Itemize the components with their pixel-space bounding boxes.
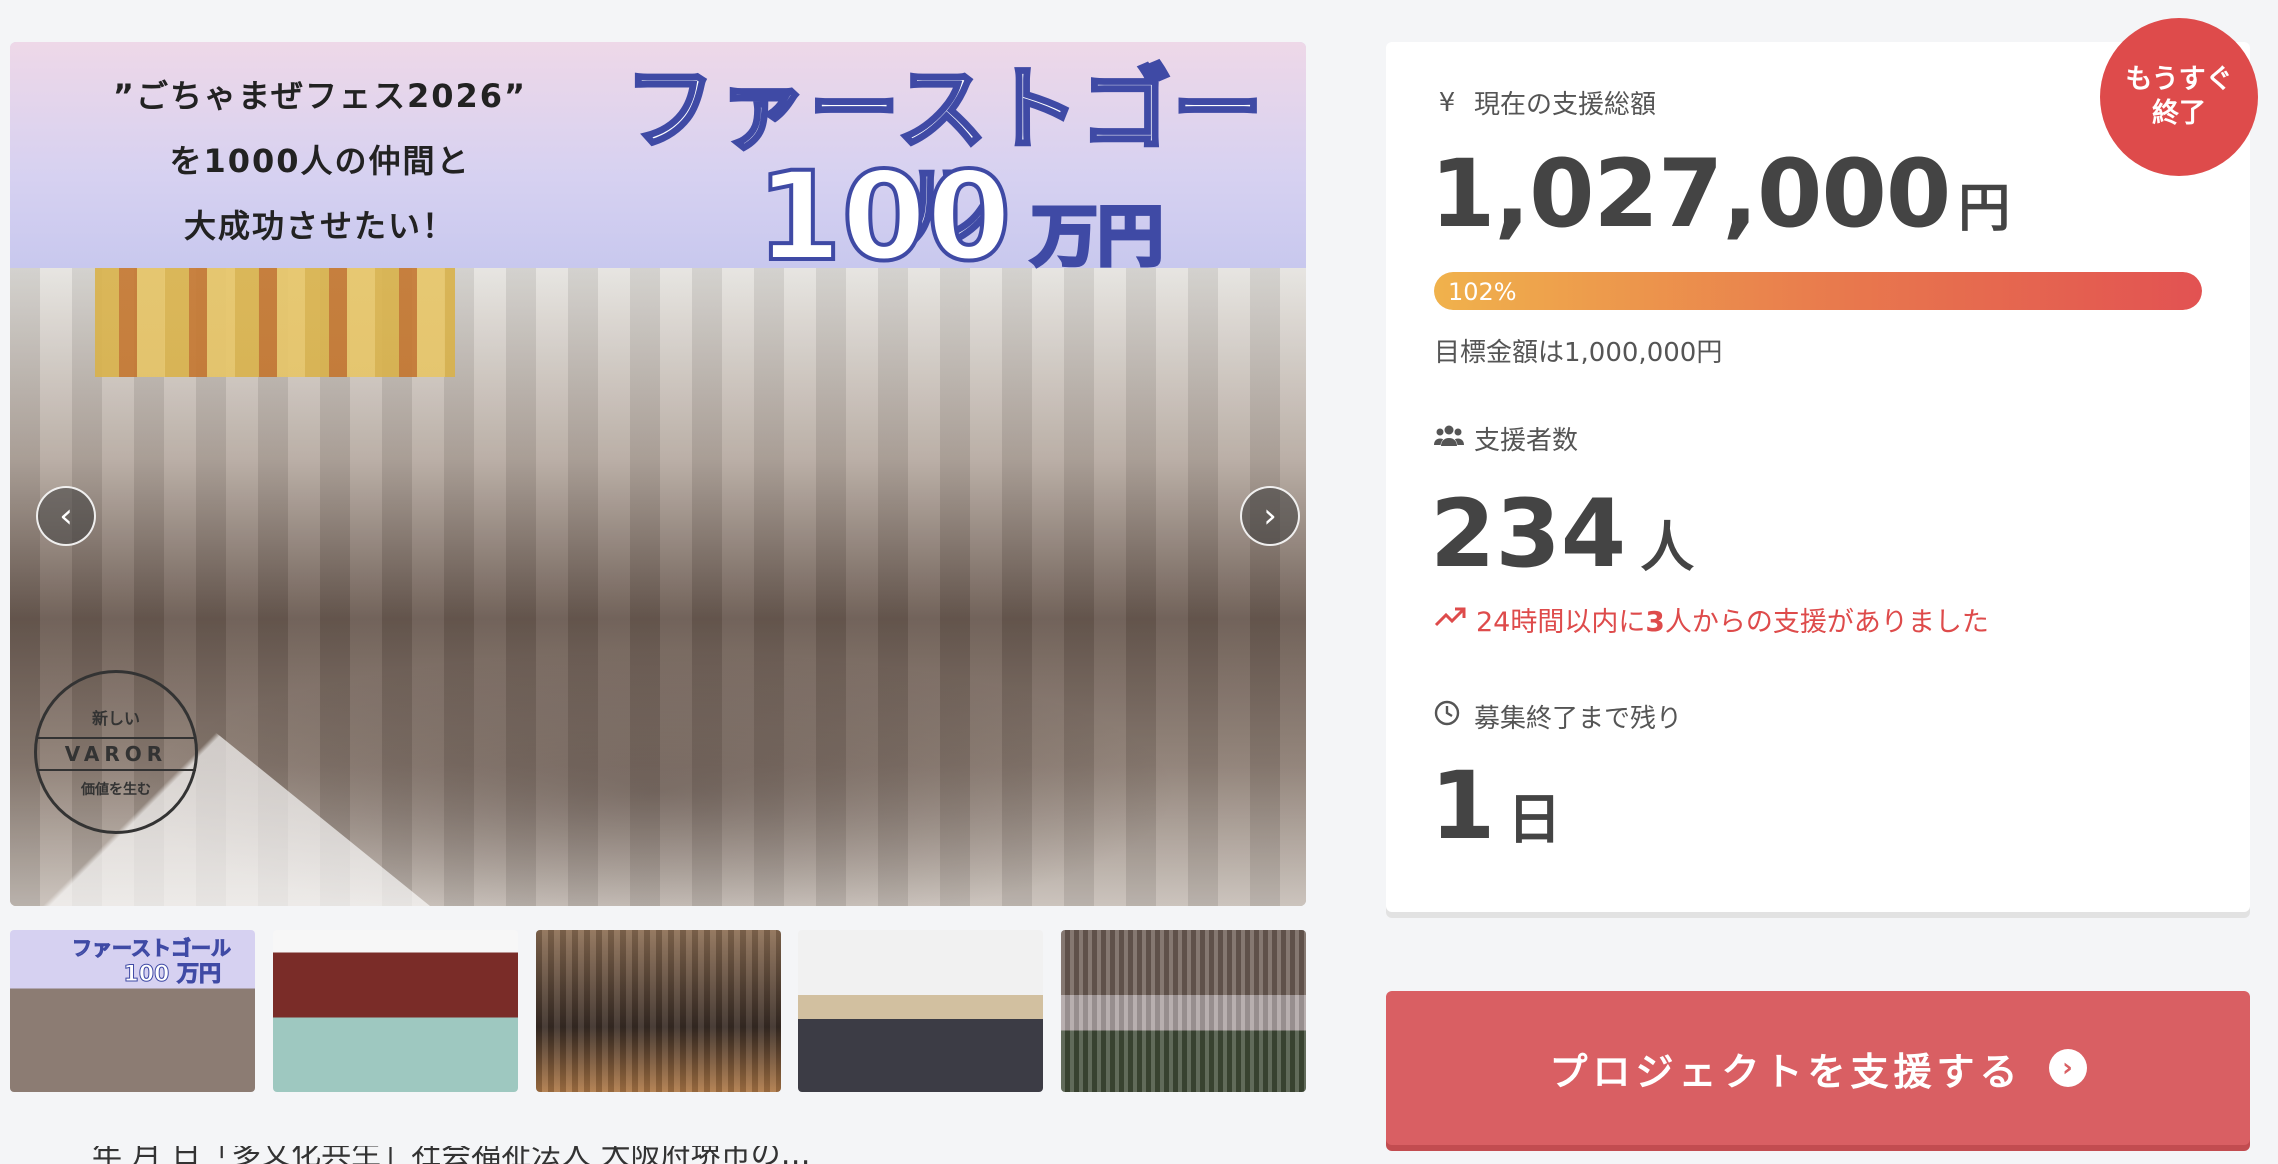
supporters-count-unit: 人 (1640, 516, 1695, 579)
total-amount-label-text: 現在の支援総額 (1474, 90, 1657, 120)
supporters-count: 234 人 (1430, 480, 1694, 589)
remaining-days-value: 1 (1430, 752, 1496, 861)
logo-text-main: VAROR (36, 737, 196, 771)
arrow-right-circle-icon: › (2048, 1049, 2087, 1087)
chevron-left-icon: ‹ (59, 496, 73, 536)
ending-soon-badge-line1: もうすぐ (2125, 64, 2233, 95)
hero-goal-unit: 万円 (1029, 196, 1165, 277)
funding-stats-card: ¥ 現在の支援総額 1,027,000 円 102% 目標金額は1,000,000… (1386, 42, 2250, 912)
recent-support-count: 3 (1645, 605, 1665, 638)
clock-icon (1434, 700, 1460, 733)
funding-progress-bar: 102% (1434, 272, 2202, 310)
carousel-next-button[interactable]: › (1240, 486, 1300, 546)
varor-logo: 新しい VAROR 価値を生む (34, 670, 198, 834)
remaining-days: 1日 (1430, 752, 1561, 861)
thumbnail-3[interactable] (536, 930, 781, 1092)
remaining-time-label-text: 募集終了まで残り (1474, 704, 1683, 734)
remaining-days-unit: 日 (1507, 788, 1562, 851)
supporters-label: 支援者数 (1434, 420, 1578, 457)
funding-progress-fill: 102% (1434, 272, 2202, 310)
ending-soon-badge: もうすぐ 終了 (2100, 18, 2258, 176)
supporters-count-value: 234 (1430, 480, 1627, 589)
main-image-carousel[interactable]: ”ごちゃまぜフェス2026” を1000人の仲間と 大成功させたい！ ファースト… (10, 42, 1306, 906)
logo-text-bottom: 価値を生む (81, 782, 151, 798)
supporters-label-text: 支援者数 (1474, 426, 1579, 456)
ending-soon-badge-line2: 終了 (2152, 98, 2206, 129)
hero-tagline: ”ごちゃまぜフェス2026” を1000人の仲間と 大成功させたい！ (60, 64, 580, 259)
total-amount-label: ¥ 現在の支援総額 (1434, 84, 1656, 121)
thumbnail-2[interactable] (273, 930, 518, 1092)
support-project-button-label: プロジェクトを支援する (1549, 1049, 2023, 1094)
users-icon (1434, 424, 1464, 454)
thumbnail-goal-amount: 100 万円 (123, 962, 222, 988)
stage-decoration (95, 267, 455, 377)
support-project-button[interactable]: プロジェクトを支援する › (1386, 991, 2250, 1145)
hero-banner: ”ごちゃまぜフェス2026” を1000人の仲間と 大成功させたい！ ファースト… (10, 42, 1306, 284)
hero-goal-number: 100 (755, 146, 1014, 288)
trending-up-icon (1434, 604, 1466, 635)
remaining-time-label: 募集終了まで残り (1434, 698, 1682, 735)
total-amount-value: 1,027,000 (1430, 140, 1951, 249)
carousel-prev-button[interactable]: ‹ (36, 486, 96, 546)
hero-tagline-line: を1000人の仲間と (169, 142, 471, 180)
logo-text-top: 新しい (91, 709, 140, 728)
hero-tagline-line: ”ごちゃまぜフェス2026” (112, 77, 528, 115)
thumbnail-1[interactable]: ファーストゴール 100 万円 (10, 930, 255, 1092)
goal-amount-text: 目標金額は1,000,000円 (1434, 338, 1723, 368)
total-amount: 1,027,000 円 (1430, 140, 2010, 249)
recent-support-suffix: 人からの支援がありました (1664, 607, 1989, 638)
project-description-snippet: 年 月 日「多文化共生」社会福祉法人 大阪府堺市の… (32, 1146, 811, 1164)
recent-support-prefix: 24時間以内に (1476, 607, 1646, 638)
hero-tagline-line: 大成功させたい！ (183, 207, 456, 245)
total-amount-unit: 円 (1958, 179, 2011, 239)
thumbnail-5[interactable] (1061, 930, 1306, 1092)
recent-support-notice: 24時間以内に3人からの支援がありました (1434, 600, 1989, 639)
yen-icon: ¥ (1438, 87, 1456, 118)
chevron-right-icon: › (1263, 496, 1277, 536)
thumbnail-4[interactable] (798, 930, 1043, 1092)
funding-progress-text: 102% (1448, 278, 1517, 306)
hero-goal-amount: 100 万円 (750, 150, 1170, 284)
thumbnail-strip: ファーストゴール 100 万円 (10, 930, 1306, 1092)
